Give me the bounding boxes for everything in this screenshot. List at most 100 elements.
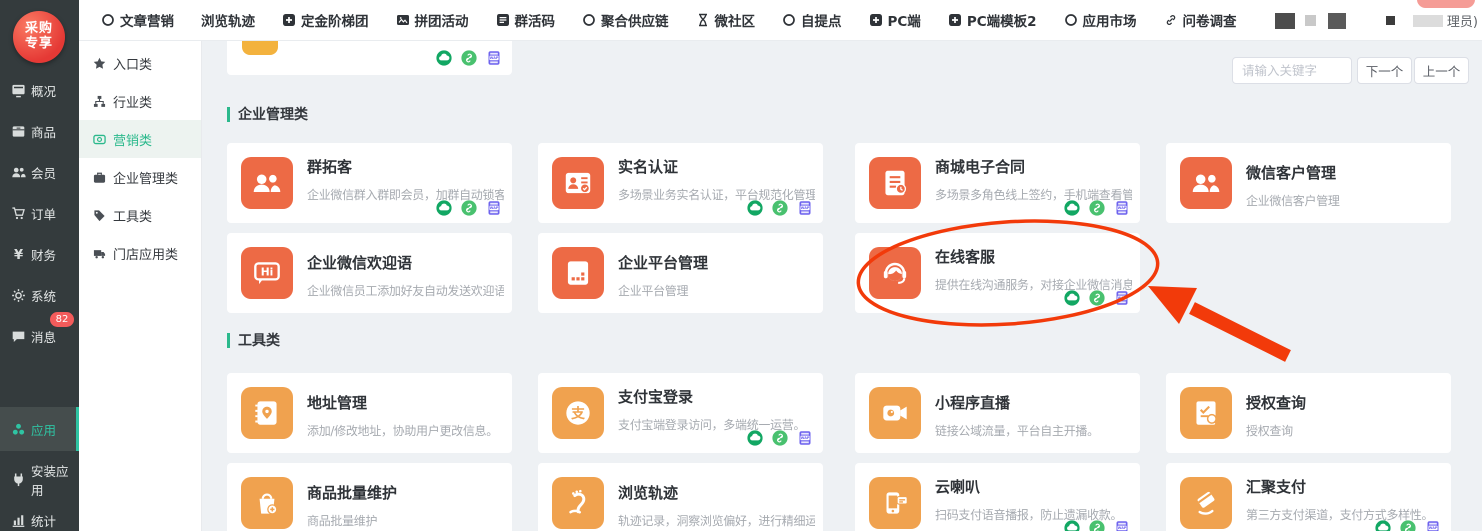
platform-cloud-icon[interactable] xyxy=(436,200,452,216)
nav-item-label: 群活码 xyxy=(515,10,556,30)
nav-item[interactable]: 拼团活动 xyxy=(396,10,469,30)
nav-item[interactable]: 聚合供应链 xyxy=(582,10,669,30)
nav-item[interactable]: 浏览轨迹 xyxy=(201,10,255,30)
platform-wap-icon[interactable]: WAP xyxy=(1425,520,1441,531)
nav-item[interactable]: 问卷调查 xyxy=(1164,10,1237,30)
next-button[interactable]: 下一个 xyxy=(1357,57,1412,84)
prev-button[interactable]: 上一个 xyxy=(1414,57,1469,84)
platform-cloud-icon[interactable] xyxy=(1064,520,1080,531)
platform-cloud-icon[interactable] xyxy=(1064,200,1080,216)
platform-link-icon[interactable] xyxy=(772,200,788,216)
nav-item[interactable]: 定金阶梯团 xyxy=(282,10,369,30)
redacted-user-block xyxy=(1305,15,1316,26)
platform-cloud-icon[interactable] xyxy=(747,430,763,446)
nav-item[interactable]: PC端模板2 xyxy=(948,10,1037,30)
search-input[interactable] xyxy=(1232,57,1352,84)
app-card[interactable]: 群拓客企业微信群入群即会员，加群自动锁客。WAP xyxy=(227,143,512,223)
glyph-users-icon xyxy=(1180,157,1232,209)
nav-item-label: 定金阶梯团 xyxy=(301,10,369,30)
sidebar-item-finance[interactable]: ¥财务 xyxy=(0,234,79,275)
category-item-truck[interactable]: 门店应用类 xyxy=(79,234,201,272)
app-card[interactable]: 在线客服提供在线沟通服务，对接企业微信消息。WAP xyxy=(855,233,1140,313)
top-nav: 文章营销 浏览轨迹 定金阶梯团 拼团活动 群活码 聚合供应链 微社区 自提点 PC端 PC端模板2… xyxy=(79,0,1482,41)
platform-wap-icon[interactable]: WAP xyxy=(1114,200,1130,216)
category-item-marketing[interactable]: 营销类 xyxy=(79,120,201,158)
sidebar-item-members[interactable]: 会员 xyxy=(0,152,79,193)
marketing-icon xyxy=(93,133,106,146)
platform-link-icon[interactable] xyxy=(461,50,477,66)
platform-wap-icon[interactable]: WAP xyxy=(797,200,813,216)
nav-item[interactable]: 自提点 xyxy=(782,10,842,30)
sidebar-item-messages[interactable]: 消息82 xyxy=(0,316,79,357)
tag-icon xyxy=(93,209,106,222)
sidebar-item-system[interactable]: 系统 xyxy=(0,275,79,316)
app-card-text: 支付宝登录支付宝端登录访问，多端统一运营。 xyxy=(618,386,815,433)
platform-wap-icon[interactable]: WAP xyxy=(486,200,502,216)
sidebar-item-install[interactable]: 安装应用 xyxy=(0,459,79,500)
svg-text:WAP: WAP xyxy=(1429,526,1438,530)
sidebar-item-stats[interactable]: 统计 xyxy=(0,500,79,531)
app-card[interactable]: 云喇叭扫码支付语音播报，防止遗漏收款。WAP xyxy=(855,463,1140,531)
app-card[interactable]: 支支付宝登录支付宝端登录访问，多端统一运营。WAP xyxy=(538,373,823,453)
app-card[interactable]: 浏览轨迹轨迹记录，洞察浏览偏好，进行精细运营。 xyxy=(538,463,823,531)
app-card-desc: 企业微信员工添加好友自动发送欢迎语！ xyxy=(307,282,504,299)
category-item-tag[interactable]: 工具类 xyxy=(79,196,201,234)
nav-item-label: PC端模板2 xyxy=(967,10,1037,30)
app-card[interactable]: 企业平台管理企业平台管理 xyxy=(538,233,823,313)
platform-link-icon[interactable] xyxy=(1089,290,1105,306)
app-card-title: 云喇叭 xyxy=(935,476,1132,497)
platform-wap-icon[interactable]: WAP xyxy=(797,430,813,446)
platform-link-icon[interactable] xyxy=(772,430,788,446)
platform-link-icon[interactable] xyxy=(1089,200,1105,216)
app-card[interactable]: 商城电子合同多场景多角色线上签约，手机端查看管理。WAP xyxy=(855,143,1140,223)
platform-wap-icon[interactable]: WAP xyxy=(1114,520,1130,531)
app-card[interactable]: 授权查询授权查询 xyxy=(1166,373,1451,453)
sidebar-item-orders[interactable]: 订单 xyxy=(0,193,79,234)
redacted-user-block xyxy=(1328,13,1346,29)
nav-item-label: 聚合供应链 xyxy=(601,10,669,30)
app-card-text: 商城电子合同多场景多角色线上签约，手机端查看管理。 xyxy=(935,156,1132,203)
nav-item-label: 浏览轨迹 xyxy=(201,10,255,30)
app-card-text: 实名认证多场景业务实名认证，平台规范化管理。 xyxy=(618,156,815,203)
platform-wap-icon[interactable]: WAP xyxy=(486,50,502,66)
app-card-title: 在线客服 xyxy=(935,246,1132,267)
app-card[interactable]: 商品批量维护商品批量维护 xyxy=(227,463,512,531)
app-card-text: 云喇叭扫码支付语音播报，防止遗漏收款。 xyxy=(935,476,1132,523)
platform-icons: WAP xyxy=(1375,520,1441,531)
app-card-title: 微信客户管理 xyxy=(1246,162,1443,183)
app-card-text: 微信客户管理企业微信客户管理 xyxy=(1246,162,1443,209)
platform-wap-icon[interactable]: WAP xyxy=(1114,290,1130,306)
platform-link-icon[interactable] xyxy=(1089,520,1105,531)
list-square-icon xyxy=(496,13,510,27)
platform-cloud-icon[interactable] xyxy=(1375,520,1391,531)
app-card[interactable]: 汇聚支付第三方支付渠道，支付方式多样性。WAP xyxy=(1166,463,1451,531)
app-card[interactable]: 微信客户管理企业微信客户管理 xyxy=(1166,143,1451,223)
nav-item[interactable]: 微社区 xyxy=(696,10,756,30)
svg-text:WAP: WAP xyxy=(490,56,499,60)
platform-link-icon[interactable] xyxy=(1400,520,1416,531)
app-card[interactable]: 小程序直播链接公域流量，平台自主开播。 xyxy=(855,373,1140,453)
nav-item[interactable]: PC端 xyxy=(869,10,921,30)
image-icon xyxy=(396,13,410,27)
app-card[interactable]: 实名认证多场景业务实名认证，平台规范化管理。WAP xyxy=(538,143,823,223)
nav-item[interactable]: 应用市场 xyxy=(1064,10,1137,30)
glyph-bag-icon xyxy=(241,477,293,529)
category-item-briefcase[interactable]: 企业管理类 xyxy=(79,158,201,196)
app-card[interactable]: Hi企业微信欢迎语企业微信员工添加好友自动发送欢迎语！ xyxy=(227,233,512,313)
partial-app-card[interactable]: WAP xyxy=(227,41,512,75)
nav-item[interactable]: 文章营销 xyxy=(101,10,174,30)
category-item-star[interactable]: 入口类 xyxy=(79,44,201,82)
sidebar-item-goods[interactable]: 商品 xyxy=(0,111,79,152)
goods-icon xyxy=(11,124,26,139)
category-item-sitemap[interactable]: 行业类 xyxy=(79,82,201,120)
app-card[interactable]: 地址管理添加/修改地址，协助用户更改信息。 xyxy=(227,373,512,453)
top-right-partial-tag xyxy=(1417,0,1475,8)
sidebar-item-apps[interactable]: 应用 xyxy=(0,407,79,451)
platform-cloud-icon[interactable] xyxy=(1064,290,1080,306)
section-title-bar xyxy=(227,107,230,122)
platform-cloud-icon[interactable] xyxy=(747,200,763,216)
sidebar-item-overview[interactable]: 概况 xyxy=(0,70,79,111)
platform-cloud-icon[interactable] xyxy=(436,50,452,66)
nav-item[interactable]: 群活码 xyxy=(496,10,556,30)
platform-link-icon[interactable] xyxy=(461,200,477,216)
